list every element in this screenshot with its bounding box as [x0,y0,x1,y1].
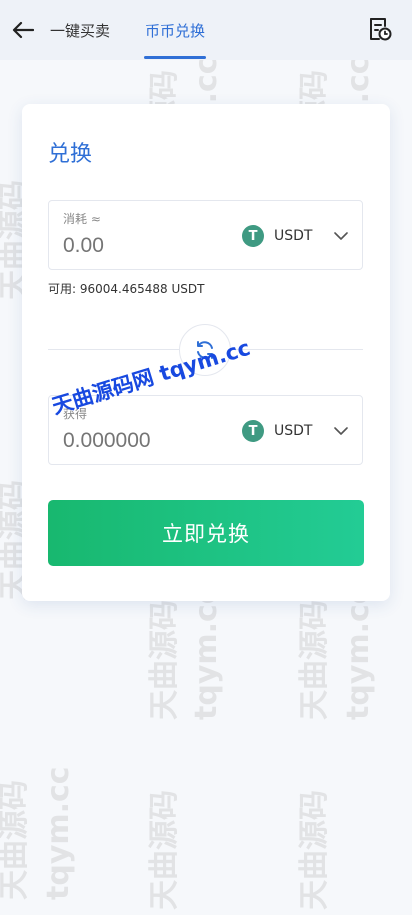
active-tab-indicator [144,56,206,59]
exchange-now-button[interactable]: 立即兑换 [48,500,364,566]
chevron-down-icon [334,427,348,435]
tab-label: 币币兑换 [144,21,205,40]
exchange-page: 天曲源码 tqym.cc 天曲源码 tqym.cc 天曲源码 tqym.cc 天… [0,0,412,915]
watermark-tile: 天曲源码 [0,780,32,900]
pay-coin-select[interactable]: T USDT [242,223,348,249]
records-button[interactable] [368,16,392,42]
pay-amount-input[interactable] [63,234,223,258]
chevron-down-icon [334,232,348,240]
watermark-tile: 天曲源码 [297,600,332,720]
watermark-tile: tqym.cc [341,586,376,720]
pay-amount-field: 消耗 ≈ T USDT [48,200,363,270]
usdt-icon: T [242,420,264,442]
pay-coin-label: USDT [274,228,313,244]
tab-coin-exchange[interactable]: 币币兑换 [143,0,207,60]
watermark-tile: 天曲源码 [297,790,332,910]
tab-label: 一键买卖 [49,21,110,40]
receive-coin-select[interactable]: T USDT [242,418,348,444]
card-title: 兑换 [48,142,93,167]
usdt-icon: T [242,225,264,247]
pay-label: 消耗 ≈ [63,212,101,226]
back-button[interactable] [10,18,36,42]
tab-quick-trade[interactable]: 一键买卖 [48,0,112,60]
watermark-tile: 天曲源码 [147,600,182,720]
receive-amount-input[interactable] [63,429,223,453]
watermark-tile: 天曲源码 [147,790,182,910]
arrow-left-icon [12,21,34,39]
receive-coin-label: USDT [274,423,313,439]
watermark-tile: tqym.cc [189,586,224,720]
watermark-tile: tqym.cc [41,766,76,900]
available-balance: 可用: 96004.465488 USDT [48,282,205,296]
document-list-icon [370,18,392,41]
top-nav-bar: 一键买卖 币币兑换 [0,0,412,60]
